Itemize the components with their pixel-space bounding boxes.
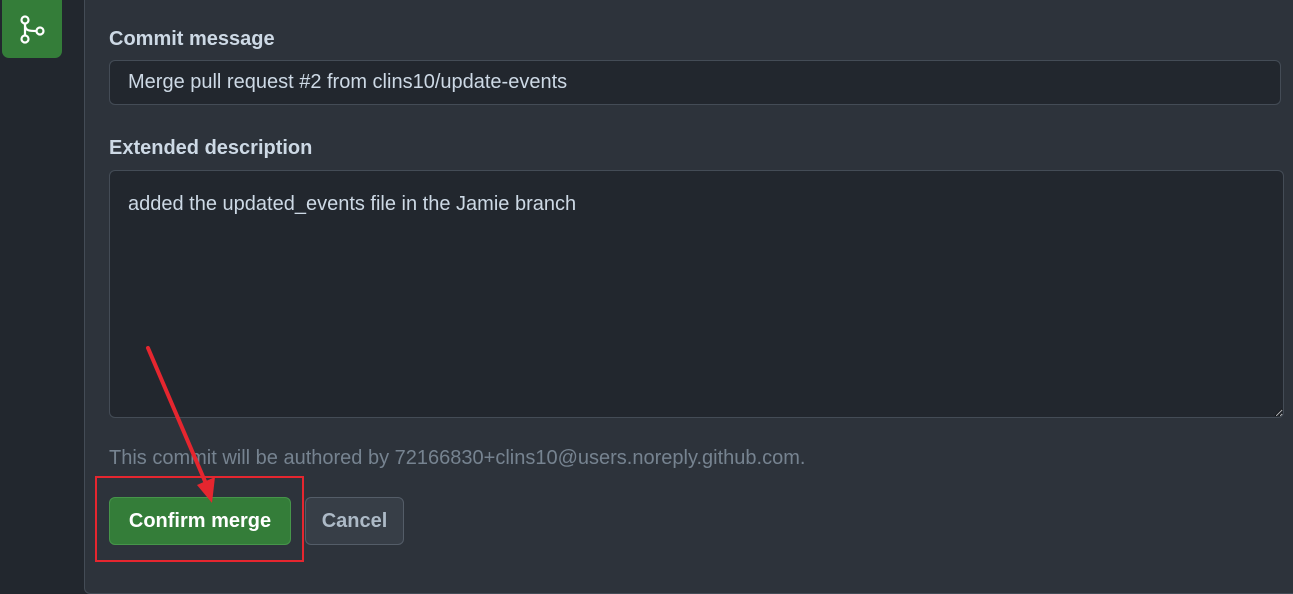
author-note: This commit will be authored by 72166830… [109, 447, 806, 469]
merge-badge [2, 0, 62, 58]
extended-description-textarea[interactable]: added the updated_events file in the Jam… [109, 170, 1284, 418]
extended-description-label: Extended description [109, 137, 313, 159]
cancel-button[interactable]: Cancel [305, 497, 404, 545]
git-merge-icon [20, 15, 45, 44]
commit-message-input[interactable] [109, 60, 1281, 105]
annotation-highlight-box [95, 476, 304, 562]
commit-message-label: Commit message [109, 28, 275, 50]
timeline-gutter [0, 0, 84, 564]
